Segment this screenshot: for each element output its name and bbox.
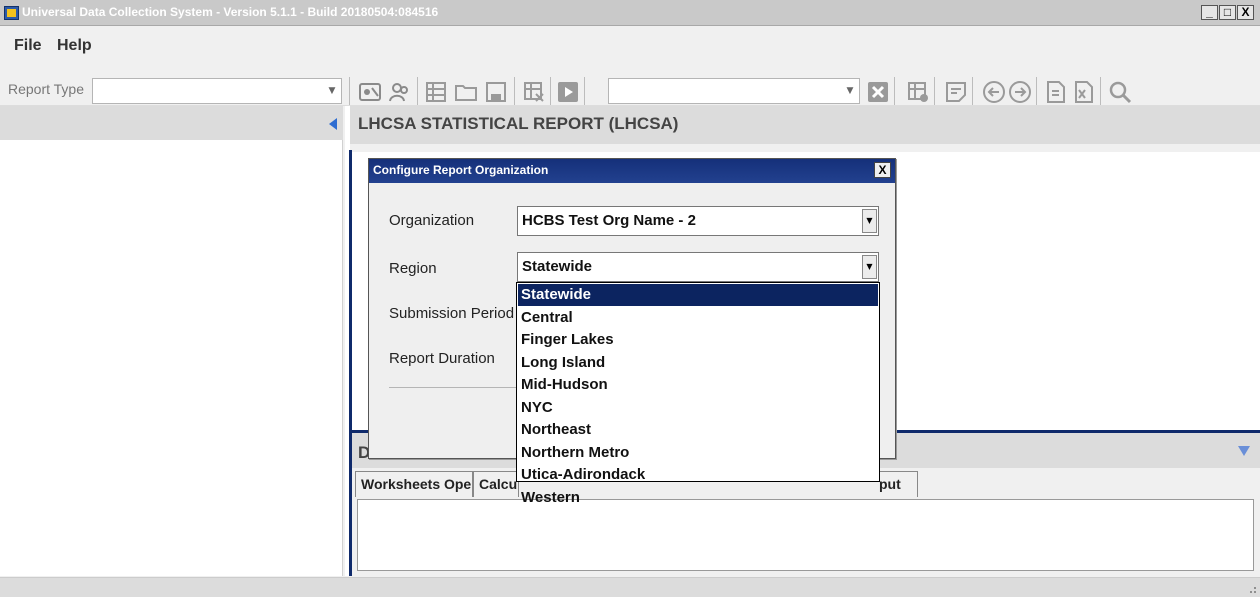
collapse-down-icon[interactable]: [1238, 446, 1250, 456]
report-header: LHCSA STATISTICAL REPORT (LHCSA): [350, 106, 1260, 144]
dialog-title: Configure Report Organization: [373, 163, 549, 177]
toolbar-separator: [972, 77, 973, 105]
maximize-button[interactable]: □: [1219, 5, 1236, 20]
toolbar-separator: [514, 77, 515, 105]
region-option[interactable]: Central: [518, 307, 878, 329]
open-folder-icon[interactable]: [452, 78, 479, 105]
back-arrow-icon[interactable]: [980, 78, 1007, 105]
toolbar-separator: [349, 77, 350, 105]
validate-icon[interactable]: [904, 78, 931, 105]
region-option[interactable]: Northeast: [518, 419, 878, 441]
app-icon: [4, 6, 19, 20]
search-icon[interactable]: [1106, 78, 1133, 105]
left-panel: [0, 106, 343, 576]
users-icon[interactable]: [386, 78, 413, 105]
dialog-close-button[interactable]: X: [874, 162, 891, 178]
pdf-export-icon[interactable]: [1042, 78, 1069, 105]
report-duration-label: Report Duration: [389, 350, 495, 367]
region-option[interactable]: Western: [518, 487, 878, 509]
region-select[interactable]: Statewide ▼: [517, 252, 879, 282]
worksheet-select[interactable]: ▼: [608, 78, 860, 104]
toolbar-separator: [1100, 77, 1101, 105]
excel-export-icon[interactable]: [1070, 78, 1097, 105]
toolbar-separator: [934, 77, 935, 105]
submission-period-label: Submission Period: [389, 305, 515, 322]
region-option[interactable]: Long Island: [518, 352, 878, 374]
organization-value: HCBS Test Org Name - 2: [522, 212, 696, 229]
output-panel: [357, 499, 1254, 571]
forward-arrow-icon[interactable]: [1006, 78, 1033, 105]
minimize-button[interactable]: _: [1201, 5, 1218, 20]
toolbar-separator: [550, 77, 551, 105]
play-icon[interactable]: [554, 78, 581, 105]
menu-help[interactable]: Help: [57, 37, 92, 55]
tab-worksheets-open[interactable]: Worksheets Open: [355, 471, 473, 497]
close-window-button[interactable]: X: [1237, 5, 1254, 20]
toolbar-separator: [584, 77, 585, 105]
tab-output[interactable]: put: [874, 471, 918, 497]
window-title: Universal Data Collection System - Versi…: [22, 5, 439, 19]
chevron-down-icon: ▼: [328, 86, 336, 96]
organization-select[interactable]: HCBS Test Org Name - 2 ▼: [517, 206, 879, 236]
collapse-left-icon[interactable]: [328, 118, 338, 130]
dialog-divider: [389, 387, 519, 388]
close-worksheet-icon[interactable]: [520, 78, 547, 105]
menu-bar: File Help: [0, 26, 1260, 66]
dialog-title-bar: Configure Report Organization X: [369, 159, 895, 183]
title-bar: Universal Data Collection System - Versi…: [0, 0, 1260, 26]
tab-calculations[interactable]: Calculations: [473, 471, 519, 497]
region-option[interactable]: Finger Lakes: [518, 329, 878, 351]
toolbar-separator: [894, 77, 895, 105]
region-label: Region: [389, 260, 437, 277]
chevron-down-icon: ▼: [846, 86, 854, 96]
delete-icon[interactable]: [864, 78, 891, 105]
region-value: Statewide: [522, 258, 593, 275]
region-option[interactable]: Statewide: [518, 284, 878, 306]
status-bar: [0, 577, 1260, 597]
region-option[interactable]: Mid-Hudson: [518, 374, 878, 396]
region-option[interactable]: Northern Metro: [518, 442, 878, 464]
left-panel-header: [0, 106, 343, 140]
chevron-down-icon: ▼: [862, 255, 877, 279]
region-dropdown-list: Statewide Central Finger Lakes Long Island M…: [516, 282, 880, 506]
report-title: LHCSA STATISTICAL REPORT (LHCSA): [358, 114, 679, 133]
toolbar-separator: [1036, 77, 1037, 105]
configure-organization-icon[interactable]: [356, 78, 383, 105]
worksheet-grid-icon[interactable]: [422, 78, 449, 105]
organization-label: Organization: [389, 212, 475, 229]
menu-file[interactable]: File: [14, 37, 42, 55]
edit-note-icon[interactable]: [942, 78, 969, 105]
save-icon[interactable]: [482, 78, 509, 105]
window-controls: _ □ X: [1201, 5, 1254, 20]
region-option[interactable]: NYC: [518, 397, 878, 419]
region-option[interactable]: Utica-Adirondack: [518, 464, 878, 486]
chevron-down-icon: ▼: [862, 209, 877, 233]
report-type-select[interactable]: ▼: [92, 78, 342, 104]
report-type-label: Report Type: [8, 81, 85, 97]
resize-grip-icon[interactable]: [1247, 584, 1257, 594]
toolbar-separator: [417, 77, 418, 105]
